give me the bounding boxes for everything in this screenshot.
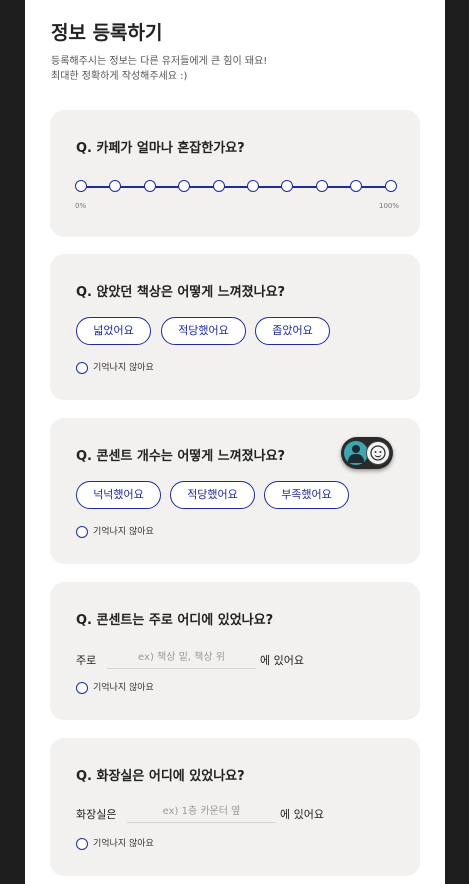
- restroom-row: 화장실은 에 있어요: [76, 800, 396, 823]
- outlet-option-plenty[interactable]: 넉넉했어요: [76, 481, 161, 509]
- restroom-card: Q. 화장실은 어디에 있었나요? 화장실은 에 있어요 기억나지 않아요: [50, 738, 420, 876]
- slider-step-3[interactable]: [178, 180, 191, 192]
- outlet-count-not-remember[interactable]: 기억나지 않아요: [76, 525, 154, 539]
- outlet-location-not-remember-label: 기억나지 않아요: [93, 683, 154, 693]
- restroom-prefix: 화장실은: [76, 808, 117, 821]
- slider-step-7[interactable]: [315, 180, 328, 192]
- radio-circle-icon: [76, 526, 88, 538]
- restroom-not-remember-label: 기억나지 않아요: [93, 839, 154, 849]
- slider-step-4[interactable]: [212, 180, 225, 192]
- slider-track: [81, 186, 391, 188]
- slider-step-6[interactable]: [281, 180, 294, 192]
- outlet-location-row: 주로 에 있어요: [76, 646, 396, 669]
- outlet-location-input[interactable]: [107, 646, 256, 669]
- avatar-body: [348, 454, 364, 463]
- desk-question: Q. 앉았던 책상은 어떻게 느껴졌나요?: [76, 285, 286, 300]
- avatar-icon: [344, 441, 368, 465]
- desk-card: Q. 앉았던 책상은 어떻게 느껴졌나요? 넓었어요 적당했어요 좁았어요 기억…: [50, 254, 420, 400]
- desk-option-adequate[interactable]: 적당했어요: [161, 317, 246, 345]
- slider-step-9[interactable]: [384, 180, 397, 192]
- floating-avatar-button[interactable]: [341, 437, 393, 469]
- desk-option-wide[interactable]: 넓었어요: [76, 317, 151, 345]
- outlet-location-suffix: 에 있어요: [260, 654, 304, 667]
- slider-step-1[interactable]: [109, 180, 122, 192]
- outlet-count-question: Q. 콘센트 개수는 어떻게 느껴졌나요?: [76, 449, 286, 464]
- outlet-count-not-remember-label: 기억나지 않아요: [93, 527, 154, 537]
- desk-not-remember[interactable]: 기억나지 않아요: [76, 361, 154, 375]
- crowdedness-card: Q. 카페가 얼마나 혼잡한가요? 0% 100%: [50, 110, 420, 237]
- outlet-option-adequate[interactable]: 적당했어요: [170, 481, 255, 509]
- restroom-question: Q. 화장실은 어디에 있었나요?: [76, 769, 245, 784]
- crowdedness-slider[interactable]: [75, 180, 397, 194]
- radio-circle-icon: [76, 838, 88, 850]
- outlet-location-card: Q. 콘센트는 주로 어디에 있었나요? 주로 에 있어요 기억나지 않아요: [50, 582, 420, 720]
- desk-not-remember-label: 기억나지 않아요: [93, 363, 154, 373]
- restroom-location-input[interactable]: [127, 800, 276, 823]
- chat-assistant-icon: [366, 441, 390, 465]
- restroom-suffix: 에 있어요: [280, 808, 324, 821]
- restroom-not-remember[interactable]: 기억나지 않아요: [76, 837, 154, 851]
- crowdedness-question: Q. 카페가 얼마나 혼잡한가요?: [76, 141, 245, 156]
- slider-step-0[interactable]: [75, 180, 87, 192]
- slider-max-label: 100%: [379, 202, 400, 210]
- slider-min-label: 0%: [75, 202, 87, 210]
- avatar-head: [352, 445, 360, 453]
- outlet-location-not-remember[interactable]: 기억나지 않아요: [76, 681, 154, 695]
- radio-circle-icon: [76, 682, 88, 694]
- outlet-option-lacking[interactable]: 부족했어요: [264, 481, 349, 509]
- outlet-location-prefix: 주로: [76, 654, 97, 667]
- subtitle-line-1: 등록해주시는 정보는 다른 유저들에게 큰 힘이 돼요!: [51, 56, 268, 67]
- desk-option-narrow[interactable]: 좁았어요: [255, 317, 330, 345]
- subtitle-line-2: 최대한 정확하게 작성해주세요 :): [51, 71, 188, 82]
- assistant-glyph: [370, 445, 386, 461]
- slider-step-8[interactable]: [350, 180, 363, 192]
- outlet-location-question: Q. 콘센트는 주로 어디에 있었나요?: [76, 613, 274, 628]
- slider-step-2[interactable]: [143, 180, 156, 192]
- slider-step-5[interactable]: [247, 180, 259, 192]
- page-title: 정보 등록하기: [51, 22, 163, 44]
- radio-circle-icon: [76, 362, 88, 374]
- page-subtitle: 등록해주시는 정보는 다른 유저들에게 큰 힘이 돼요! 최대한 정확하게 작성…: [51, 54, 267, 84]
